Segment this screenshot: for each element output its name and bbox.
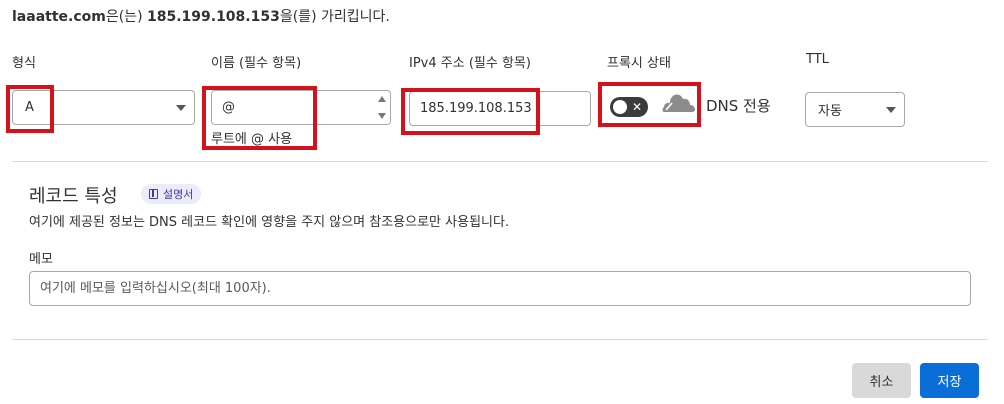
ttl-select[interactable]: 자동 bbox=[805, 92, 905, 127]
documentation-label: 설명서 bbox=[163, 188, 194, 201]
type-label: 형식 bbox=[12, 56, 36, 71]
ttl-select-value: 자동 bbox=[818, 104, 842, 119]
divider bbox=[12, 161, 988, 162]
chevron-down-icon bbox=[176, 105, 186, 111]
highlight-type bbox=[6, 85, 54, 133]
save-button[interactable]: 저장 bbox=[920, 363, 979, 398]
cancel-button[interactable]: 취소 bbox=[852, 363, 911, 398]
chevron-down-icon bbox=[886, 107, 896, 113]
proxy-status-label: 프록시 상태 bbox=[607, 56, 671, 71]
highlight-name bbox=[202, 86, 317, 150]
book-icon bbox=[149, 189, 158, 199]
memo-label: 메모 bbox=[29, 252, 53, 267]
proxy-status-text: DNS 전용 bbox=[706, 97, 771, 115]
record-attributes-description: 여기에 제공된 정보는 DNS 레코드 확인에 영향을 주지 않으며 참조용으로… bbox=[29, 215, 510, 230]
summary-text-mid: 은(는) bbox=[105, 9, 147, 25]
memo-input[interactable] bbox=[29, 271, 971, 306]
documentation-link[interactable]: 설명서 bbox=[141, 184, 202, 204]
spinner-arrows-icon[interactable] bbox=[378, 95, 386, 120]
record-summary: laaatte.com은(는) 185.199.108.153을(를) 가리킵니… bbox=[12, 6, 390, 26]
highlight-ipv4 bbox=[401, 88, 540, 135]
ipv4-label: IPv4 주소 (필수 항목) bbox=[409, 56, 531, 71]
record-attributes-title: 레코드 특성 bbox=[29, 186, 118, 207]
summary-ip: 185.199.108.153 bbox=[146, 9, 280, 25]
highlight-proxy bbox=[598, 82, 701, 127]
summary-domain: laaatte.com bbox=[12, 9, 106, 25]
name-label: 이름 (필수 항목) bbox=[211, 56, 302, 71]
ttl-label: TTL bbox=[806, 52, 829, 67]
summary-text-end: 을(를) 가리킵니다. bbox=[279, 9, 390, 25]
divider bbox=[12, 339, 988, 340]
